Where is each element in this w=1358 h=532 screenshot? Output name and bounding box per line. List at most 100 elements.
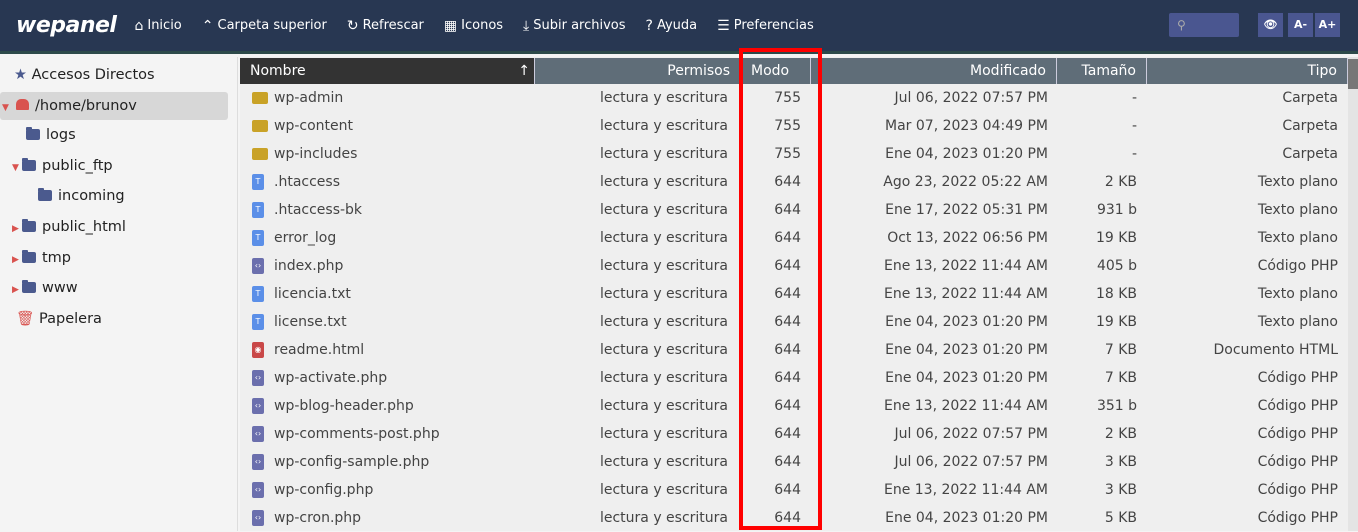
file-type: Carpeta bbox=[1282, 146, 1338, 162]
view-toggle-button[interactable]: 👁 bbox=[1258, 13, 1283, 37]
file-type: Código PHP bbox=[1257, 398, 1338, 414]
file-type: Código PHP bbox=[1257, 510, 1338, 526]
file-size: 351 b bbox=[1096, 398, 1137, 414]
caret-down-icon: ▼ bbox=[2, 103, 9, 113]
table-row[interactable]: wp-admin lectura y escritura 755 Jul 06,… bbox=[240, 84, 1348, 112]
folder-file-icon bbox=[252, 120, 268, 132]
table-row[interactable]: ◉ readme.html lectura y escritura 644 En… bbox=[240, 336, 1348, 364]
file-type: Código PHP bbox=[1257, 482, 1338, 498]
table-row[interactable]: T .htaccess lectura y escritura 644 Ago … bbox=[240, 168, 1348, 196]
text-file-icon: T bbox=[252, 286, 264, 302]
folder-file-icon bbox=[252, 148, 268, 160]
toolbar-inicio-button[interactable]: ⌂ Inicio bbox=[134, 18, 181, 34]
sidebar-shortcuts[interactable]: ★ Accesos Directos bbox=[14, 61, 155, 89]
file-mode: 644 bbox=[774, 286, 801, 302]
table-row[interactable]: ‹› wp-activate.php lectura y escritura 6… bbox=[240, 364, 1348, 392]
caret-right-icon: ▶ bbox=[12, 224, 19, 234]
caret-right-icon: ▶ bbox=[12, 285, 19, 295]
sidebar-item-public-ftp[interactable]: ▼ public_ftp bbox=[12, 152, 113, 180]
file-mode: 755 bbox=[774, 146, 801, 162]
file-size: 18 KB bbox=[1095, 286, 1137, 302]
file-type: Código PHP bbox=[1257, 426, 1338, 442]
php-file-icon: ‹› bbox=[252, 482, 264, 498]
sidebar-item-logs[interactable]: logs bbox=[26, 121, 76, 149]
table-row[interactable]: T error_log lectura y escritura 644 Oct … bbox=[240, 224, 1348, 252]
php-file-icon: ‹› bbox=[252, 454, 264, 470]
column-type[interactable]: Tipo bbox=[1147, 58, 1348, 84]
refresh-icon: ↻ bbox=[346, 17, 359, 34]
table-row[interactable]: T licencia.txt lectura y escritura 644 E… bbox=[240, 280, 1348, 308]
file-name: licencia.txt bbox=[274, 286, 351, 302]
column-mode[interactable]: Modo bbox=[741, 58, 811, 84]
table-row[interactable]: ‹› wp-config-sample.php lectura y escrit… bbox=[240, 448, 1348, 476]
table-row[interactable]: ‹› wp-cron.php lectura y escritura 644 E… bbox=[240, 504, 1348, 532]
search-input[interactable]: ⚲ bbox=[1169, 13, 1239, 37]
file-mode: 644 bbox=[774, 174, 801, 190]
toolbar-iconos-button[interactable]: ▦ Iconos bbox=[444, 18, 503, 34]
scrollbar-thumb[interactable] bbox=[1348, 59, 1358, 89]
sidebar: ★ Accesos Directos ▼/home/brunov logs ▼ p… bbox=[0, 57, 238, 531]
file-modified: Ene 17, 2022 05:31 PM bbox=[885, 202, 1048, 218]
table-row[interactable]: ‹› wp-comments-post.php lectura y escrit… bbox=[240, 420, 1348, 448]
sidebar-item-tmp[interactable]: ▶ tmp bbox=[12, 244, 71, 272]
file-name: wp-config-sample.php bbox=[274, 454, 430, 470]
file-type: Texto plano bbox=[1257, 174, 1338, 190]
file-name: wp-config.php bbox=[274, 482, 374, 498]
file-permissions: lectura y escritura bbox=[599, 426, 728, 442]
toolbar-preferencias-button[interactable]: ☰ Preferencias bbox=[717, 18, 814, 34]
file-name: wp-comments-post.php bbox=[274, 426, 440, 442]
toolbar-subir-archivos-button[interactable]: ⤓ Subir archivos bbox=[523, 18, 625, 34]
file-modified: Ene 13, 2022 11:44 AM bbox=[883, 398, 1048, 414]
column-size[interactable]: Tamaño bbox=[1057, 58, 1147, 84]
file-name: wp-activate.php bbox=[274, 370, 388, 386]
grid-icon: ▦ bbox=[443, 17, 458, 34]
toolbar-ayuda-button[interactable]: ? Ayuda bbox=[646, 18, 698, 34]
sidebar-item-incoming[interactable]: incoming bbox=[38, 182, 125, 210]
zoom-out-button[interactable]: A- bbox=[1288, 13, 1313, 37]
file-size: 405 b bbox=[1096, 258, 1137, 274]
column-modified[interactable]: Modificado bbox=[811, 58, 1057, 84]
table-row[interactable]: T license.txt lectura y escritura 644 En… bbox=[240, 308, 1348, 336]
file-name: .htaccess bbox=[274, 174, 340, 190]
file-type: Código PHP bbox=[1257, 454, 1338, 470]
file-modified: Ene 13, 2022 11:44 AM bbox=[883, 482, 1048, 498]
file-mode: 644 bbox=[774, 510, 801, 526]
column-permissions[interactable]: Permisos bbox=[535, 58, 741, 84]
file-permissions: lectura y escritura bbox=[599, 174, 728, 190]
toolbar-carpeta-superior-button[interactable]: ⌃ Carpeta superior bbox=[202, 18, 327, 34]
file-type: Código PHP bbox=[1257, 370, 1338, 386]
file-permissions: lectura y escritura bbox=[599, 286, 728, 302]
file-name: readme.html bbox=[274, 342, 365, 358]
column-name[interactable]: Nombre ↑ bbox=[240, 58, 535, 84]
file-name: index.php bbox=[274, 258, 344, 274]
file-name: wp-blog-header.php bbox=[274, 398, 414, 414]
file-type: Carpeta bbox=[1282, 90, 1338, 106]
file-size: 19 KB bbox=[1095, 314, 1137, 330]
file-permissions: lectura y escritura bbox=[599, 230, 728, 246]
file-modified: Jul 06, 2022 07:57 PM bbox=[894, 90, 1048, 106]
sidebar-item-www[interactable]: ▶ www bbox=[12, 274, 78, 302]
table-row[interactable]: ‹› index.php lectura y escritura 644 Ene… bbox=[240, 252, 1348, 280]
scrollbar[interactable] bbox=[1348, 57, 1358, 531]
sliders-icon: ☰ bbox=[717, 17, 730, 34]
table-row[interactable]: T .htaccess-bk lectura y escritura 644 E… bbox=[240, 196, 1348, 224]
file-modified: Mar 07, 2023 04:49 PM bbox=[885, 118, 1048, 134]
table-row[interactable]: ‹› wp-config.php lectura y escritura 644… bbox=[240, 476, 1348, 504]
table-row[interactable]: wp-content lectura y escritura 755 Mar 0… bbox=[240, 112, 1348, 140]
file-size: 931 b bbox=[1096, 202, 1137, 218]
zoom-in-button[interactable]: A+ bbox=[1315, 13, 1340, 37]
sidebar-item-trash[interactable]: 🗑 Papelera bbox=[16, 305, 102, 333]
file-modified: Jul 06, 2022 07:57 PM bbox=[894, 426, 1048, 442]
file-size: 2 KB bbox=[1104, 426, 1137, 442]
table-row[interactable]: ‹› wp-blog-header.php lectura y escritur… bbox=[240, 392, 1348, 420]
file-list: Nombre ↑ Permisos Modo Modificado Tamaño … bbox=[240, 57, 1348, 531]
sidebar-item-root[interactable]: ▼/home/brunov bbox=[0, 92, 228, 120]
file-permissions: lectura y escritura bbox=[599, 118, 728, 134]
file-name: error_log bbox=[274, 230, 337, 246]
table-row[interactable]: wp-includes lectura y escritura 755 Ene … bbox=[240, 140, 1348, 168]
html-file-icon: ◉ bbox=[252, 342, 264, 358]
sidebar-item-public-html[interactable]: ▶ public_html bbox=[12, 213, 126, 241]
file-mode: 644 bbox=[774, 370, 801, 386]
folder-icon bbox=[22, 219, 36, 232]
toolbar-refrescar-button[interactable]: ↻ Refrescar bbox=[347, 18, 424, 34]
